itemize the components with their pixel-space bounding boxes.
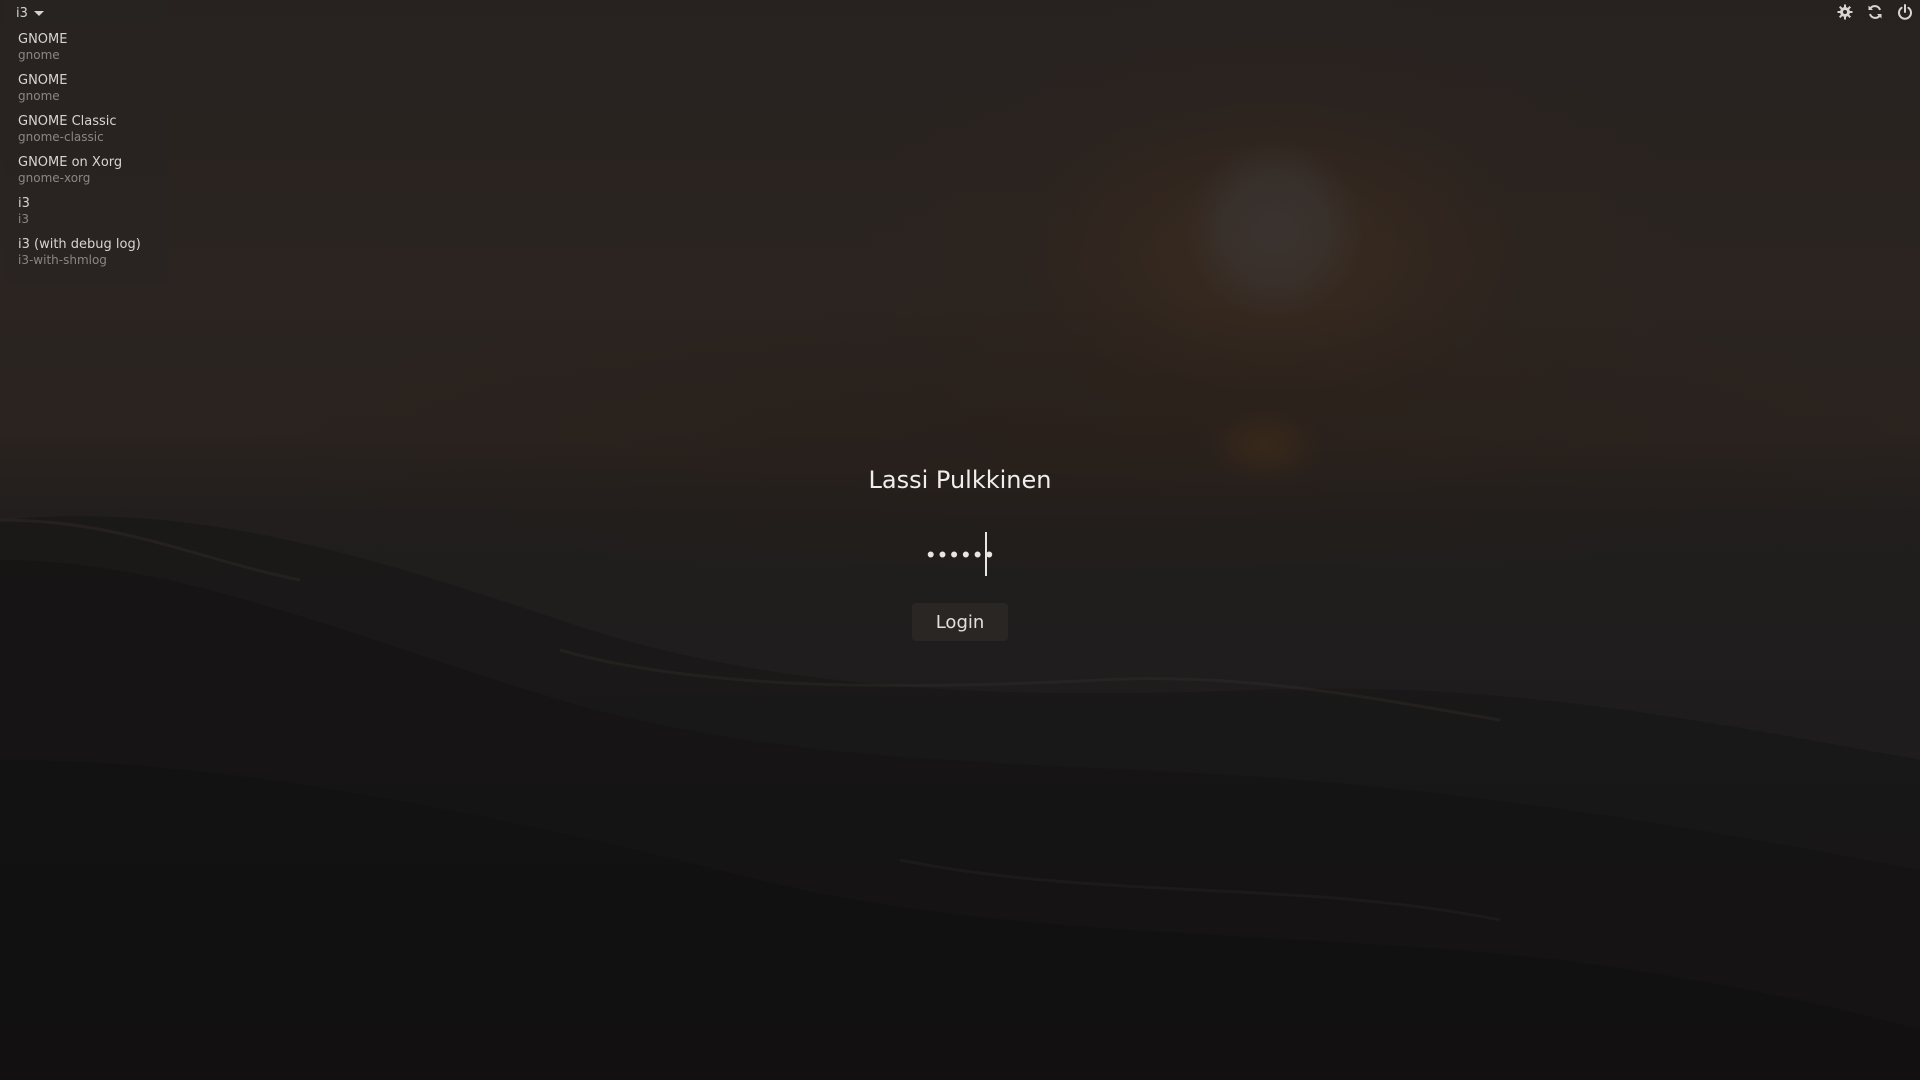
password-wrapper bbox=[900, 531, 1024, 579]
session-key: i3 bbox=[18, 212, 29, 226]
login-button[interactable]: Login bbox=[912, 603, 1008, 641]
session-item-gnome-classic[interactable]: GNOME Classic gnome-classic bbox=[18, 114, 163, 155]
session-name: i3 (with debug log) bbox=[18, 237, 141, 252]
session-item-gnome[interactable]: GNOME gnome bbox=[18, 32, 163, 73]
login-form: Lassi Pulkkinen Login bbox=[760, 455, 1160, 641]
current-session-label: i3 bbox=[16, 5, 28, 21]
session-key: gnome-classic bbox=[18, 130, 104, 144]
session-dropdown[interactable]: i3 bbox=[16, 4, 44, 22]
session-item-gnome-2[interactable]: GNOME gnome bbox=[18, 73, 163, 114]
password-field[interactable] bbox=[900, 531, 1024, 579]
top-right-toolbar bbox=[1836, 3, 1914, 21]
session-name: i3 bbox=[18, 196, 30, 211]
session-key: gnome bbox=[18, 48, 60, 62]
text-cursor bbox=[985, 532, 987, 576]
session-item-i3-debug[interactable]: i3 (with debug log) i3-with-shmlog bbox=[18, 237, 163, 278]
session-item-i3[interactable]: i3 i3 bbox=[18, 196, 163, 237]
session-list: GNOME gnome GNOME gnome GNOME Classic gn… bbox=[18, 32, 163, 278]
gear-icon[interactable] bbox=[1836, 3, 1854, 21]
session-item-gnome-xorg[interactable]: GNOME on Xorg gnome-xorg bbox=[18, 155, 163, 196]
session-name: GNOME on Xorg bbox=[18, 155, 123, 170]
session-key: gnome bbox=[18, 89, 60, 103]
refresh-icon[interactable] bbox=[1866, 3, 1884, 21]
session-name: GNOME Classic bbox=[18, 114, 117, 129]
session-key: gnome-xorg bbox=[18, 171, 91, 185]
session-key: i3-with-shmlog bbox=[18, 253, 107, 267]
session-name: GNOME bbox=[18, 73, 68, 88]
power-icon[interactable] bbox=[1896, 3, 1914, 21]
chevron-down-icon bbox=[33, 10, 44, 16]
username-label: Lassi Pulkkinen bbox=[868, 466, 1052, 494]
session-name: GNOME bbox=[18, 32, 68, 47]
